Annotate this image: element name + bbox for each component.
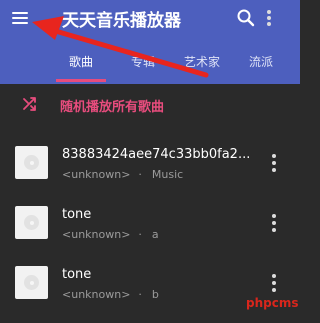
- song-more-icon[interactable]: [268, 212, 280, 234]
- tab-albums[interactable]: 专辑: [120, 44, 166, 82]
- song-meta: <unknown> · Music: [62, 168, 183, 181]
- album-art-icon: [15, 146, 48, 179]
- song-album: Music: [151, 168, 184, 181]
- tab-songs[interactable]: 歌曲: [58, 44, 104, 82]
- shuffle-icon: [22, 96, 38, 112]
- song-title: tone: [62, 207, 92, 222]
- song-title: tone: [62, 267, 92, 282]
- shuffle-label: 随机播放所有歌曲: [60, 100, 165, 115]
- song-meta: <unknown> · a: [62, 228, 159, 241]
- song-list-item[interactable]: tone <unknown> · a: [0, 197, 300, 255]
- app-header: 天天音乐播放器 歌曲 专辑 艺术家 流派: [0, 0, 300, 84]
- album-art-icon: [15, 206, 48, 239]
- song-album: a: [151, 228, 159, 241]
- app-bar: 天天音乐播放器: [0, 0, 300, 38]
- song-list-item[interactable]: 83883424aee74c33bb0fa2... <unknown> · Musi…: [0, 137, 300, 195]
- app-title: 天天音乐播放器: [62, 11, 181, 31]
- search-icon[interactable]: [236, 8, 256, 28]
- song-artist: <unknown>: [62, 228, 131, 241]
- active-tab-indicator: [56, 79, 106, 82]
- song-artist: <unknown>: [62, 168, 131, 181]
- meta-separator: ·: [138, 168, 142, 181]
- song-album: b: [151, 288, 159, 301]
- meta-separator: ·: [138, 228, 142, 241]
- album-art-icon: [15, 266, 48, 299]
- shuffle-all-button[interactable]: 随机播放所有歌曲: [0, 86, 300, 126]
- tab-artists[interactable]: 艺术家: [176, 44, 228, 82]
- song-artist: <unknown>: [62, 288, 131, 301]
- meta-separator: ·: [138, 288, 142, 301]
- song-title: 83883424aee74c33bb0fa2...: [62, 147, 251, 162]
- song-more-icon[interactable]: [268, 272, 280, 294]
- song-meta: <unknown> · b: [62, 288, 159, 301]
- more-vertical-icon[interactable]: [263, 7, 279, 29]
- watermark-text: phpcms: [246, 296, 299, 310]
- tab-genres[interactable]: 流派: [238, 44, 284, 82]
- song-more-icon[interactable]: [268, 152, 280, 174]
- tab-bar: 歌曲 专辑 艺术家 流派: [0, 44, 300, 82]
- menu-icon[interactable]: [12, 9, 32, 27]
